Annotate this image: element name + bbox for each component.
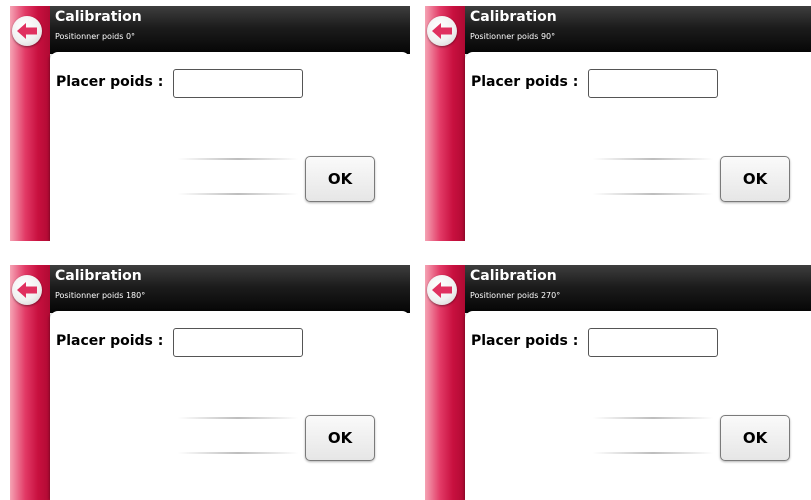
header-bar: Calibration Positionner poids 180° (50, 265, 410, 313)
back-button[interactable] (427, 275, 457, 305)
divider (593, 417, 713, 419)
page-subtitle: Positionner poids 90° (470, 32, 556, 41)
weight-input[interactable] (173, 69, 303, 98)
page-title: Calibration (55, 9, 142, 25)
header-bar: Calibration Positionner poids 0° (50, 6, 410, 54)
divider (178, 452, 298, 454)
page-subtitle: Positionner poids 180° (55, 291, 146, 300)
weight-input[interactable] (588, 69, 718, 98)
back-arrow-icon (17, 23, 37, 39)
header-bar: Calibration Positionner poids 90° (465, 6, 811, 54)
weight-label: Placer poids : (56, 333, 164, 349)
back-arrow-icon (432, 23, 452, 39)
divider (178, 193, 298, 195)
weight-label: Placer poids : (471, 333, 579, 349)
calibration-screen-3: Calibration Positionner poids 270° Place… (425, 265, 811, 500)
ok-button[interactable]: OK (720, 415, 790, 461)
side-rail (10, 265, 50, 500)
calibration-screen-2: Calibration Positionner poids 180° Place… (10, 265, 410, 500)
side-rail (425, 265, 465, 500)
ok-button[interactable]: OK (305, 156, 375, 202)
divider (593, 193, 713, 195)
page-title: Calibration (470, 268, 557, 284)
ok-button[interactable]: OK (305, 415, 375, 461)
content-area: Placer poids : OK (50, 311, 410, 500)
page-title: Calibration (55, 268, 142, 284)
weight-label: Placer poids : (471, 74, 579, 90)
page-title: Calibration (470, 9, 557, 25)
weight-input[interactable] (173, 328, 303, 357)
calibration-screen-0: Calibration Positionner poids 0° Placer … (10, 6, 410, 241)
weight-label: Placer poids : (56, 74, 164, 90)
back-button[interactable] (427, 16, 457, 46)
content-area: Placer poids : OK (50, 52, 410, 241)
header-bar: Calibration Positionner poids 270° (465, 265, 811, 313)
back-arrow-icon (432, 282, 452, 298)
ok-button[interactable]: OK (720, 156, 790, 202)
side-rail (10, 6, 50, 241)
divider (593, 452, 713, 454)
back-button[interactable] (12, 275, 42, 305)
divider (178, 417, 298, 419)
calibration-screen-1: Calibration Positionner poids 90° Placer… (425, 6, 811, 241)
divider (178, 158, 298, 160)
back-arrow-icon (17, 282, 37, 298)
page-subtitle: Positionner poids 270° (470, 291, 561, 300)
page-subtitle: Positionner poids 0° (55, 32, 136, 41)
content-area: Placer poids : OK (465, 311, 811, 500)
weight-input[interactable] (588, 328, 718, 357)
side-rail (425, 6, 465, 241)
content-area: Placer poids : OK (465, 52, 811, 241)
divider (593, 158, 713, 160)
back-button[interactable] (12, 16, 42, 46)
